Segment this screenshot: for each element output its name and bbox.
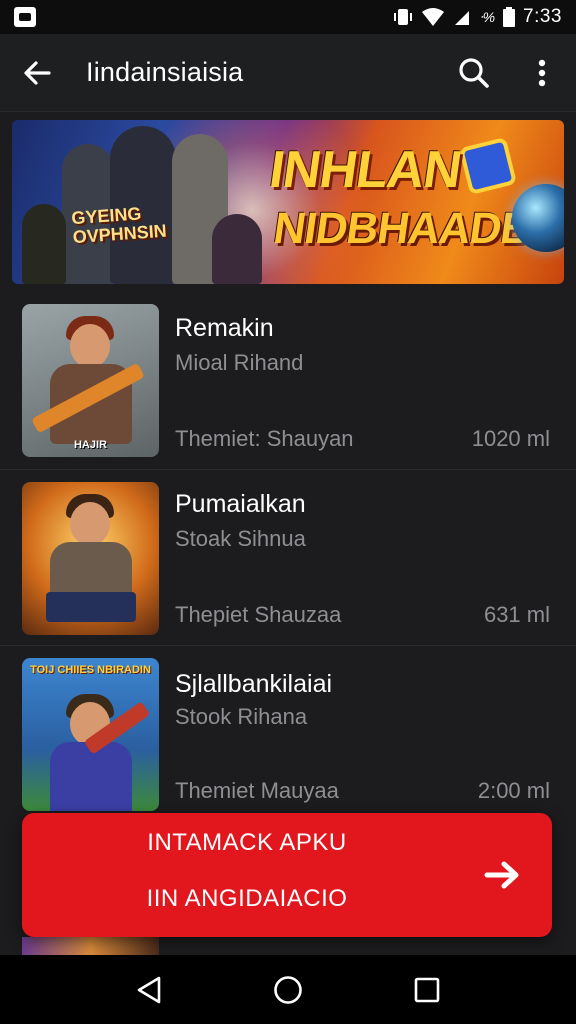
system-nav-bar [0,955,576,1024]
signal-icon [453,8,471,26]
circle-home-icon [274,975,302,1004]
item-size: 631 ml [483,602,550,627]
game-thumbnail [22,482,159,635]
banner-heading: INHLAN [265,141,465,199]
list-item[interactable]: HAJIR Remakin Mioal Rihand Themiet: Shau… [0,294,576,470]
app-bar: Iindainsiaisia [0,34,576,112]
item-meta: Themiet: Shauyan [175,426,354,451]
arrow-right-icon [484,859,524,896]
install-button-label: INTAMACK APKU [147,829,347,856]
install-apk-button[interactable]: INTAMACK APKU IIN ANGIDAIACIO [22,813,552,937]
list-item[interactable]: TOIJ CHIIES NBIRADIN Sjlallbankilaiai St… [0,646,576,822]
battery-icon [503,7,516,27]
item-size: 2:00 ml [477,778,550,803]
game-thumbnail: TOIJ CHIIES NBIRADIN [22,658,159,811]
game-thumbnail [22,937,159,955]
item-meta: Themiet Mauyaa [175,778,339,803]
search-button[interactable] [440,34,508,112]
nav-home-button[interactable] [258,960,318,1020]
item-title: Remakin [175,314,274,342]
item-subtitle: Mioal Rihand [175,350,304,375]
carrier-text: ᐧ% [478,8,496,25]
item-subtitle: Stook Rihana [175,704,308,729]
vibrate-icon [393,7,413,27]
more-vert-icon [538,59,546,86]
item-title: Sjlallbankilaiai [175,670,333,698]
back-button[interactable] [0,34,74,112]
triangle-back-icon [138,976,161,1003]
wifi-icon [421,7,445,27]
status-bar: ᐧ% 7:33 [0,0,576,34]
gem-icon [458,136,518,196]
status-time: 7:33 [523,6,562,27]
item-meta: Thepiet Shauzaa [175,602,342,627]
item-size: 1020 ml [471,426,550,451]
install-button-sublabel: IIN ANGIDAIACIO [146,885,348,912]
item-subtitle: Stoak Sihnua [175,526,306,551]
square-recents-icon [414,977,439,1002]
arrow-left-icon [24,60,51,85]
more-options-button[interactable] [508,34,576,112]
page-title: Iindainsiaisia [86,57,244,87]
featured-banner[interactable]: GYEING OVPHNSIN INHLAN NIDBHAADBA? [12,120,564,284]
notification-icon [14,7,36,27]
nav-back-button[interactable] [119,960,179,1020]
banner-character [22,204,66,284]
nav-recents-button[interactable] [397,960,457,1020]
list-item[interactable]: Pumaialkan Stoak Sihnua Thepiet Shauzaa … [0,470,576,646]
game-thumbnail: HAJIR [22,304,159,457]
search-icon [459,57,489,88]
item-title: Pumaialkan [175,490,306,518]
